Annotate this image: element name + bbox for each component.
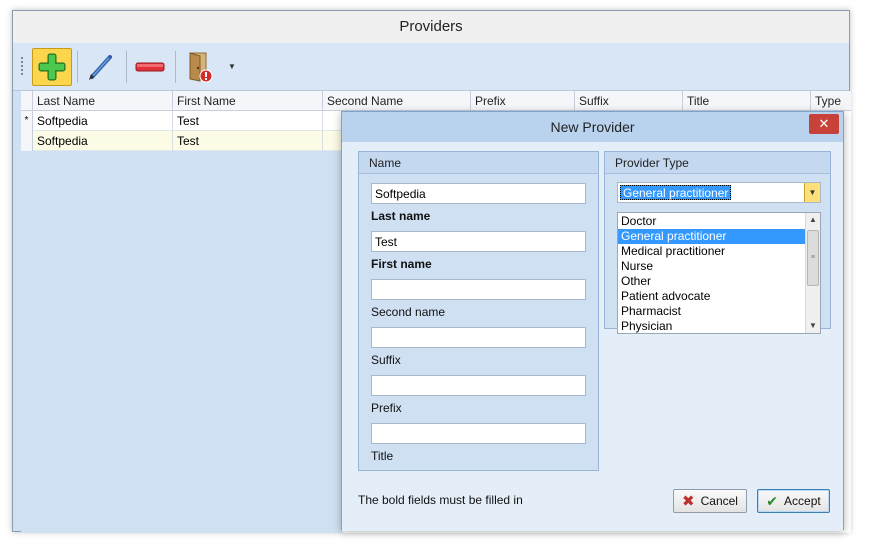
pencil-icon	[89, 55, 112, 80]
second-name-input[interactable]	[371, 279, 586, 300]
dropdown-option-general-practitioner[interactable]: General practitioner	[618, 229, 805, 244]
column-header-last-name[interactable]: Last Name	[33, 91, 173, 111]
toolbar-separator	[175, 51, 176, 83]
title-label: Title	[371, 449, 394, 463]
minus-icon	[135, 62, 165, 72]
provider-type-dropdown-list: Doctor General practitioner Medical prac…	[617, 212, 821, 334]
provider-type-dropdown-button[interactable]: ▼	[804, 183, 820, 202]
dropdown-option-patient-advocate[interactable]: Patient advocate	[618, 289, 805, 304]
exit-button[interactable]	[179, 48, 219, 86]
dialog-title: New Provider	[342, 112, 843, 142]
column-header-title[interactable]: Title	[683, 91, 811, 111]
row-marker: *	[21, 111, 33, 131]
cancel-button-label: Cancel	[700, 494, 738, 508]
first-name-input[interactable]	[371, 231, 586, 252]
window-title: Providers	[13, 11, 849, 43]
cell-first-name[interactable]: Test	[173, 111, 323, 131]
dialog-body: Name Last name First name Second name Su…	[342, 142, 843, 531]
edit-button[interactable]	[81, 48, 121, 86]
dropdown-option-pharmacist[interactable]: Pharmacist	[618, 304, 805, 319]
toolbar-separator	[77, 51, 78, 83]
toolbar-separator	[126, 51, 127, 83]
chevron-down-icon: ▼	[228, 61, 236, 71]
close-button[interactable]: ✕	[809, 114, 839, 134]
provider-type-panel-title: Provider Type	[605, 152, 830, 174]
close-icon: ✕	[818, 116, 830, 131]
checkmark-icon: ✔	[766, 493, 779, 509]
dropdown-option-medical-practitioner[interactable]: Medical practitioner	[618, 244, 805, 259]
add-button[interactable]	[32, 48, 72, 86]
column-header-type[interactable]: Type	[811, 91, 851, 111]
required-fields-hint: The bold fields must be filled in	[358, 493, 523, 507]
row-header-corner	[21, 91, 33, 111]
dropdown-option-other[interactable]: Other	[618, 274, 805, 289]
column-header-suffix[interactable]: Suffix	[575, 91, 683, 111]
last-name-label: Last name	[371, 209, 431, 223]
delete-button[interactable]	[130, 48, 170, 86]
chevron-down-icon: ▼	[808, 188, 817, 197]
toolbar-more-button[interactable]: ▼	[225, 57, 239, 75]
prefix-label: Prefix	[371, 401, 402, 415]
new-provider-dialog: New Provider ✕ Name Last name First name…	[341, 111, 844, 531]
grid-header: Last Name First Name Second Name Prefix …	[21, 91, 851, 111]
toolbar: ▼	[13, 43, 849, 91]
suffix-input[interactable]	[371, 327, 586, 348]
column-header-first-name[interactable]: First Name	[173, 91, 323, 111]
dropdown-items: Doctor General practitioner Medical prac…	[618, 214, 820, 334]
table-row[interactable]: * Softpedia Test	[21, 111, 343, 131]
cancel-button[interactable]: ✖ Cancel	[673, 489, 747, 513]
door-exit-icon	[189, 52, 213, 83]
cell-last-name[interactable]: Softpedia	[33, 111, 173, 131]
dropdown-option-nurse[interactable]: Nurse	[618, 259, 805, 274]
scrollbar-thumb[interactable]: ≡	[807, 230, 819, 286]
toolbar-grip[interactable]	[21, 57, 24, 75]
provider-type-selected: General practitioner	[620, 185, 732, 200]
dropdown-scrollbar[interactable]: ▲ ≡ ▼	[805, 213, 820, 333]
accept-button-label: Accept	[784, 494, 821, 508]
last-name-input[interactable]	[371, 183, 586, 204]
prefix-input[interactable]	[371, 375, 586, 396]
cancel-x-icon: ✖	[682, 492, 695, 510]
scroll-up-icon[interactable]: ▲	[806, 213, 820, 227]
cell-first-name[interactable]: Test	[173, 131, 323, 151]
scroll-down-icon[interactable]: ▼	[806, 319, 820, 333]
accept-button[interactable]: ✔ Accept	[757, 489, 830, 513]
column-header-second-name[interactable]: Second Name	[323, 91, 471, 111]
title-input[interactable]	[371, 423, 586, 444]
name-panel: Name Last name First name Second name Su…	[358, 151, 599, 471]
cell-last-name[interactable]: Softpedia	[33, 131, 173, 151]
dropdown-option-physician[interactable]: Physician	[618, 319, 805, 334]
column-header-prefix[interactable]: Prefix	[471, 91, 575, 111]
provider-type-select[interactable]: General practitioner ▼	[617, 182, 821, 203]
table-row[interactable]: Softpedia Test	[21, 131, 343, 151]
plus-icon	[38, 53, 66, 81]
dropdown-option-doctor[interactable]: Doctor	[618, 214, 805, 229]
first-name-label: First name	[371, 257, 432, 271]
second-name-label: Second name	[371, 305, 446, 319]
row-header	[21, 131, 33, 151]
provider-type-panel: Provider Type General practitioner ▼ Doc…	[604, 151, 831, 334]
grid-empty-area	[21, 151, 343, 533]
name-panel-title: Name	[359, 152, 598, 174]
suffix-label: Suffix	[371, 353, 401, 367]
